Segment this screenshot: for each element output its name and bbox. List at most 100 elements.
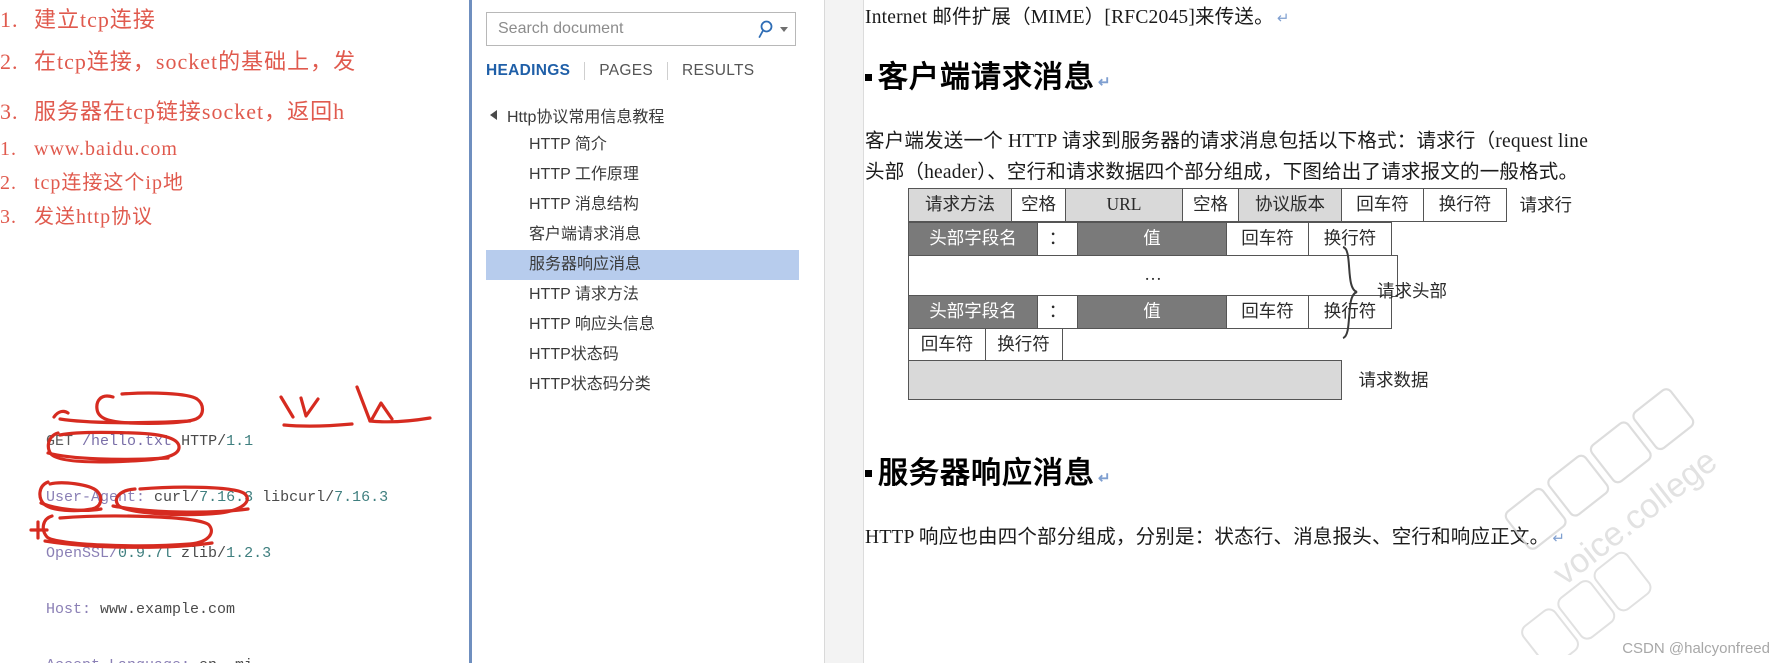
sidebar-item-http-intro[interactable]: HTTP 简介 <box>486 130 810 160</box>
sidebar-item-client-request[interactable]: 客户端请求消息 <box>486 220 810 250</box>
cell-header-field-name: 头部字段名 <box>908 295 1038 329</box>
tab-separator <box>666 62 668 80</box>
chevron-down-icon[interactable] <box>780 26 788 32</box>
cell-url: URL <box>1065 188 1183 222</box>
paragraph-top: Internet 邮件扩展（MIME）[RFC2045]来传送。 ↵ <box>865 0 1290 29</box>
heading-client-request: 客户端请求消息 ↵ <box>865 52 1112 96</box>
header-value-curl-version: 7.16.3 <box>199 489 254 506</box>
sidebar-item-http-methods[interactable]: HTTP 请求方法 <box>486 280 810 310</box>
cell-space-2: 空格 <box>1181 188 1240 222</box>
search-icon[interactable] <box>758 19 778 39</box>
note-item: 1. 建立tcp连接 <box>0 0 470 40</box>
paragraph-request-format-line1: 客户端发送一个 HTTP 请求到服务器的请求消息包括以下格式：请求行（reque… <box>865 131 1589 152</box>
sidebar-item-http-principle[interactable]: HTTP 工作原理 <box>486 160 810 190</box>
cell-value: 值 <box>1077 295 1227 329</box>
table-row-blank-line: 回车符 换行符 <box>908 327 1572 362</box>
note-text: 服务器在tcp链接socket，返回h <box>34 99 346 124</box>
label-request-data: 请求数据 <box>1358 370 1429 390</box>
http-request-line: GET /hello.txt HTTP/1.1 <box>46 428 388 456</box>
http-protocol: HTTP/ <box>181 433 227 450</box>
http-header-accept-language: Accept-Language: en, mi <box>46 652 388 663</box>
cell-lf-4: 换行符 <box>984 327 1063 362</box>
header-value-libcurl-version: 7.16.3 <box>334 489 389 506</box>
note-number: 2. <box>0 49 19 74</box>
http-header-continuation: OpenSSL/0.9.7l zlib/1.2.3 <box>46 540 388 568</box>
pilcrow-mark: ↵ <box>1098 471 1112 487</box>
note-text: 在tcp连接，socket的基础上，发 <box>34 49 357 74</box>
tab-results[interactable]: RESULTS <box>682 58 768 84</box>
pilcrow-mark: ↵ <box>1276 11 1290 27</box>
header-group-brace-icon <box>1342 246 1358 339</box>
cell-protocol-version: 协议版本 <box>1238 188 1342 222</box>
cell-cr-2: 回车符 <box>1225 222 1310 256</box>
sidebar-item-http-status-codes[interactable]: HTTP状态码 <box>486 340 810 370</box>
table-row-header-field-2: 头部字段名 ： 值 回车符 换行符 <box>908 295 1572 329</box>
header-value: www.example.com <box>100 601 236 618</box>
note-number: 2. <box>0 172 17 194</box>
search-input[interactable]: Search document <box>487 20 751 38</box>
pilcrow-mark: ↵ <box>1552 531 1566 547</box>
csdn-credit: CSDN @halcyonfreed <box>1622 640 1770 657</box>
paragraph-request-format-line2: 头部（header）、空行和请求数据四个部分组成，下图给出了请求报文的一般格式。 <box>865 162 1579 183</box>
cell-cr-1: 回车符 <box>1340 188 1425 222</box>
zlib-version: 1.2.3 <box>226 545 272 562</box>
document-gutter <box>825 0 864 663</box>
search-icon-group[interactable] <box>751 19 795 39</box>
request-message-diagram: 请求方法 空格 URL 空格 协议版本 回车符 换行符 请求行 头部字段名 ： … <box>908 188 1572 400</box>
note-text: 发送http协议 <box>34 206 154 228</box>
table-row-request-line: 请求方法 空格 URL 空格 协议版本 回车符 换行符 请求行 <box>908 188 1572 222</box>
heading-text: 服务器响应消息 <box>878 457 1095 490</box>
headings-tree: Http协议常用信息教程 HTTP 简介 HTTP 工作原理 HTTP 消息结构… <box>486 100 810 400</box>
openssl-label: OpenSSL/ <box>46 545 119 562</box>
red-note-list-primary: 1. 建立tcp连接 2. 在tcp连接，socket的基础上，发 3. 服务器在tc… <box>0 0 470 132</box>
paragraph-text: HTTP 响应也由四个部分组成，分别是：状态行、消息报头、空行和响应正文。 <box>865 527 1550 548</box>
note-item: 2. tcp连接这个ip地 <box>0 166 470 200</box>
heading-server-response: 服务器响应消息 ↵ <box>865 448 1112 492</box>
header-name: Host: <box>46 601 92 618</box>
label-request-headers: 请求头部 <box>1377 281 1447 301</box>
tab-headings[interactable]: HEADINGS <box>486 58 584 84</box>
sidebar-item-server-response[interactable]: 服务器响应消息 <box>486 250 799 280</box>
table-row-header-field-1: 头部字段名 ： 值 回车符 换行符 <box>908 222 1572 256</box>
tree-root-label: Http协议常用信息教程 <box>507 109 665 126</box>
note-text: tcp连接这个ip地 <box>34 172 184 194</box>
cell-cr-3: 回车符 <box>1225 295 1310 329</box>
note-number: 1. <box>0 138 17 160</box>
cell-request-data-box <box>908 360 1342 400</box>
document-pane[interactable]: Internet 邮件扩展（MIME）[RFC2045]来传送。 ↵ 客户端请求消… <box>825 0 1782 663</box>
cell-colon: ： <box>1036 295 1079 329</box>
sidebar-item-http-response-headers[interactable]: HTTP 响应头信息 <box>486 310 810 340</box>
sidebar-item-http-status-code-classes[interactable]: HTTP状态码分类 <box>486 370 810 400</box>
http-header-user-agent: User-Agent: curl/7.16.3 libcurl/7.16.3 <box>46 484 388 512</box>
note-item: 2. 在tcp连接，socket的基础上，发 <box>0 42 470 82</box>
cell-request-method: 请求方法 <box>908 188 1012 222</box>
cell-ellipsis: … <box>908 254 1398 297</box>
cell-lf-1: 换行符 <box>1423 188 1507 222</box>
sidebar-item-http-message-structure[interactable]: HTTP 消息结构 <box>486 190 810 220</box>
http-method: GET <box>46 433 74 450</box>
note-text: 建立tcp连接 <box>34 7 156 32</box>
tree-root-node[interactable]: Http协议常用信息教程 <box>486 100 810 130</box>
tab-separator <box>584 62 586 80</box>
screenshot-root: 1. 建立tcp连接 2. 在tcp连接，socket的基础上，发 3. 服务器在tc… <box>0 0 1782 663</box>
table-row-ellipsis: … <box>908 254 1572 297</box>
handwritten-notes-pane: 1. 建立tcp连接 2. 在tcp连接，socket的基础上，发 3. 服务器在tc… <box>0 0 470 663</box>
tab-pages[interactable]: PAGES <box>599 58 667 84</box>
cell-header-field-name: 头部字段名 <box>908 222 1038 256</box>
cell-value: 值 <box>1077 222 1227 256</box>
http-version: 1.1 <box>226 433 254 450</box>
heading-text: 客户端请求消息 <box>878 61 1095 94</box>
http-request-sample: GET /hello.txt HTTP/1.1 User-Agent: curl… <box>46 400 388 663</box>
red-note-list-secondary: 1. www.baidu.com 2. tcp连接这个ip地 3. 发送http协议 <box>0 132 470 234</box>
search-document-field[interactable]: Search document <box>486 12 796 46</box>
cell-colon: ： <box>1036 222 1079 256</box>
note-number: 1. <box>0 7 19 32</box>
note-item: 3. 发送http协议 <box>0 200 470 234</box>
cell-space-1: 空格 <box>1010 188 1067 222</box>
header-value-curl: curl/ <box>154 489 200 506</box>
header-value: en, mi <box>199 657 253 663</box>
collapse-triangle-icon[interactable] <box>490 110 497 120</box>
table-row-request-data: 请求数据 <box>908 360 1572 400</box>
note-item: 1. www.baidu.com <box>0 132 470 166</box>
zlib-label: zlib/ <box>181 545 227 562</box>
